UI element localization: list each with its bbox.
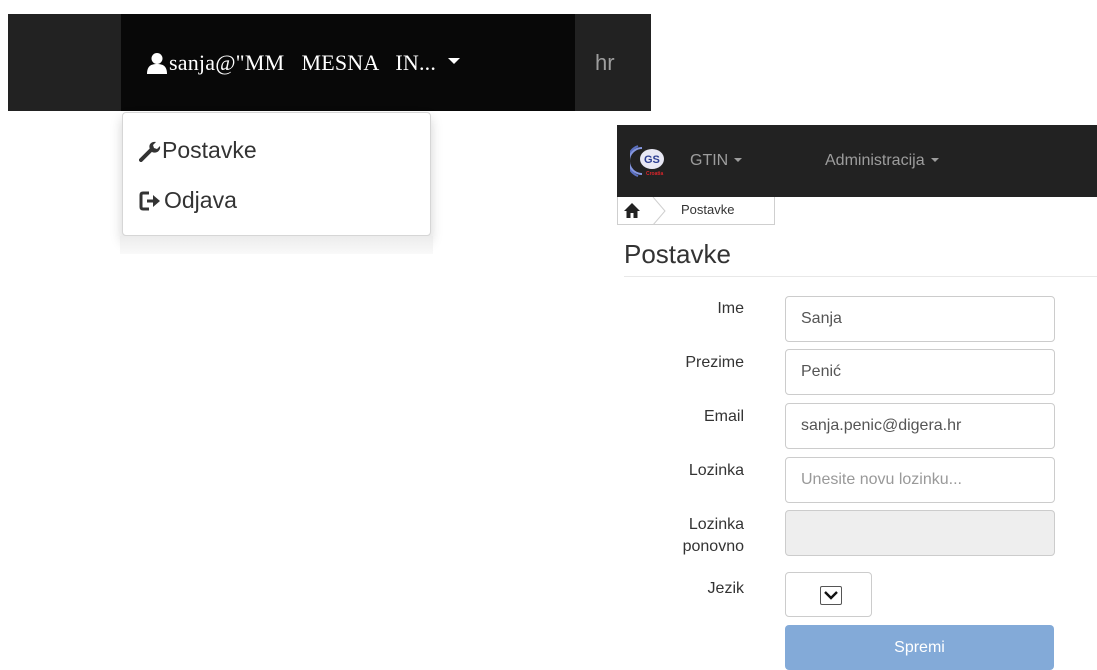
menu-item-label: Postavke — [162, 137, 257, 163]
title-divider — [624, 276, 1097, 277]
label-jezik: Jezik — [707, 580, 744, 597]
label-line: ponovno — [682, 538, 744, 555]
prezime-input[interactable]: Penić — [785, 349, 1055, 395]
breadcrumb: Postavke — [617, 197, 775, 225]
lozinka-ponovno-input — [785, 510, 1055, 556]
home-icon[interactable] — [624, 203, 640, 218]
nav-administracija[interactable]: Administracija — [825, 125, 939, 197]
user-menu-toggle[interactable]: sanja@"MM MESNA IN... — [121, 14, 575, 111]
menu-item-label: Odjava — [164, 187, 237, 213]
caret-down-icon — [734, 158, 743, 162]
jezik-select[interactable] — [785, 572, 872, 617]
nav-gtin-label: GTIN — [690, 152, 729, 169]
breadcrumb-separator — [652, 197, 666, 225]
label-lozinka: Lozinka — [688, 462, 744, 479]
logout-icon — [139, 191, 160, 210]
breadcrumb-current: Postavke — [681, 202, 735, 217]
dropdown-shadow — [120, 236, 433, 254]
caret-down-icon — [930, 158, 939, 162]
save-button[interactable]: Spremi — [785, 625, 1054, 670]
menu-item-odjava[interactable]: Odjava — [139, 187, 237, 214]
label-ime: Ime — [717, 300, 744, 317]
menu-item-postavke[interactable]: Postavke — [139, 137, 257, 164]
email-input[interactable]: sanja.penic@digera.hr — [785, 403, 1055, 449]
page-title: Postavke — [624, 239, 731, 269]
label-prezime: Prezime — [685, 354, 744, 371]
select-toggle[interactable] — [820, 586, 842, 605]
user-dropdown-menu: Postavke Odjava — [122, 112, 431, 236]
chevron-down-icon — [824, 591, 838, 600]
ime-input[interactable]: Sanja — [785, 296, 1055, 342]
lozinka-input[interactable]: Unesite novu lozinku... — [785, 457, 1055, 503]
app-navbar: GS Croatia GTIN Administracija — [617, 125, 1097, 197]
svg-text:Croatia: Croatia — [646, 171, 663, 177]
user-menu-label: sanja@"MM MESNA IN... — [169, 49, 437, 75]
gs1-croatia-logo[interactable]: GS Croatia — [630, 142, 668, 180]
label-email: Email — [703, 408, 744, 425]
nav-administracija-label: Administracija — [825, 152, 925, 169]
user-icon — [147, 52, 167, 74]
label-lozinka-ponovno: Lozinka ponovno — [604, 514, 744, 558]
caret-down-icon — [448, 57, 461, 64]
language-switch[interactable]: hr — [595, 14, 615, 111]
top-navbar: sanja@"MM MESNA IN... hr — [8, 14, 651, 111]
wrench-icon — [139, 141, 161, 162]
nav-gtin[interactable]: GTIN — [690, 125, 743, 197]
svg-text:GS: GS — [644, 154, 660, 166]
label-line: Lozinka — [688, 516, 744, 533]
